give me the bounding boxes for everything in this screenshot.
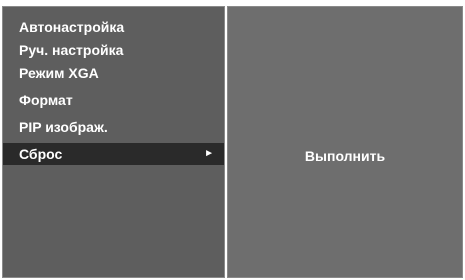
menu-item-manual-tune[interactable]: Руч. настройка bbox=[3, 39, 224, 61]
menu-item-pip-image[interactable]: PIP изображ. bbox=[3, 116, 224, 138]
menu-item-label: Формат bbox=[19, 92, 73, 108]
menu-item-autotune[interactable]: Автонастройка bbox=[3, 16, 224, 38]
menu-item-reset[interactable]: Сброс ► bbox=[3, 143, 224, 165]
menu-item-label: Руч. настройка bbox=[19, 42, 124, 58]
menu-item-label: PIP изображ. bbox=[19, 119, 108, 135]
menu-item-format[interactable]: Формат bbox=[3, 89, 224, 111]
menu-item-label: Режим XGA bbox=[19, 65, 99, 81]
menu-item-xga-mode[interactable]: Режим XGA bbox=[3, 62, 224, 84]
menu-item-label: Автонастройка bbox=[19, 19, 125, 35]
submenu-panel: Выполнить bbox=[227, 6, 463, 278]
menu-item-label: Сброс bbox=[19, 146, 63, 162]
triangle-right-icon: ► bbox=[204, 148, 214, 159]
execute-button[interactable]: Выполнить bbox=[228, 145, 462, 167]
osd-menu: Автонастройка Руч. настройка Режим XGA Ф… bbox=[0, 0, 465, 280]
menu-panel: Автонастройка Руч. настройка Режим XGA Ф… bbox=[2, 6, 225, 278]
